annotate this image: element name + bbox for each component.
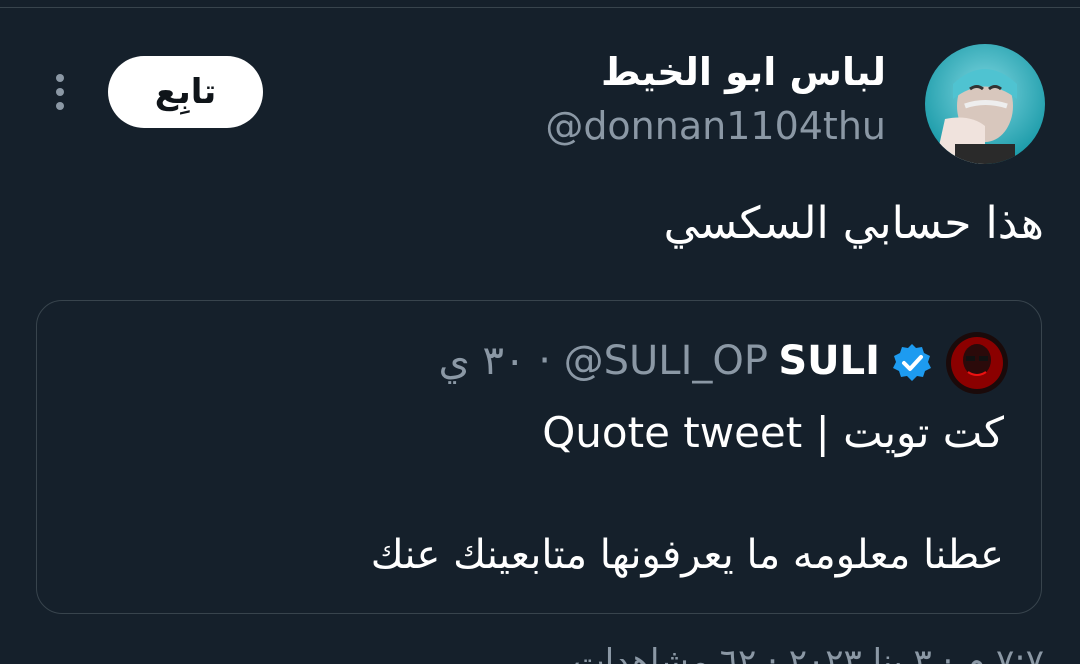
more-vertical-icon[interactable] bbox=[50, 72, 70, 112]
tweet-text: هذا حسابي السكسي bbox=[663, 198, 1044, 249]
meta-separator: · bbox=[538, 338, 551, 384]
quoted-author-name[interactable]: SULI bbox=[778, 338, 880, 384]
quoted-tweet-line-1: كت تويت | Quote tweet bbox=[542, 408, 1004, 457]
quoted-tweet-meta: ٣٠ ي · @SULI_OP bbox=[438, 338, 768, 384]
author-avatar[interactable] bbox=[925, 44, 1045, 164]
quoted-tweet-date: ٣٠ ي bbox=[438, 338, 526, 384]
author-handle[interactable]: @donnan1104thu bbox=[545, 104, 886, 148]
quoted-author-handle[interactable]: @SULI_OP bbox=[564, 338, 768, 384]
quoted-author-avatar[interactable] bbox=[946, 332, 1008, 394]
follow-button[interactable]: تابِع bbox=[108, 56, 263, 128]
top-divider bbox=[0, 7, 1080, 8]
quoted-tweet-line-2: عطنا معلومه ما يعرفونها متابعينك عنك bbox=[370, 532, 1004, 578]
tweet-timestamp-views: ٧:٧ م · ٣ ينا ٢٠٢٣ · ٦٢ مشاهدات bbox=[572, 642, 1044, 664]
tweet-page: لباس ابو الخيط @donnan1104thu تابِع هذا … bbox=[0, 0, 1080, 664]
author-name[interactable]: لباس ابو الخيط bbox=[601, 50, 886, 94]
verified-badge-icon bbox=[891, 342, 933, 384]
follow-button-label: تابِع bbox=[154, 72, 217, 112]
